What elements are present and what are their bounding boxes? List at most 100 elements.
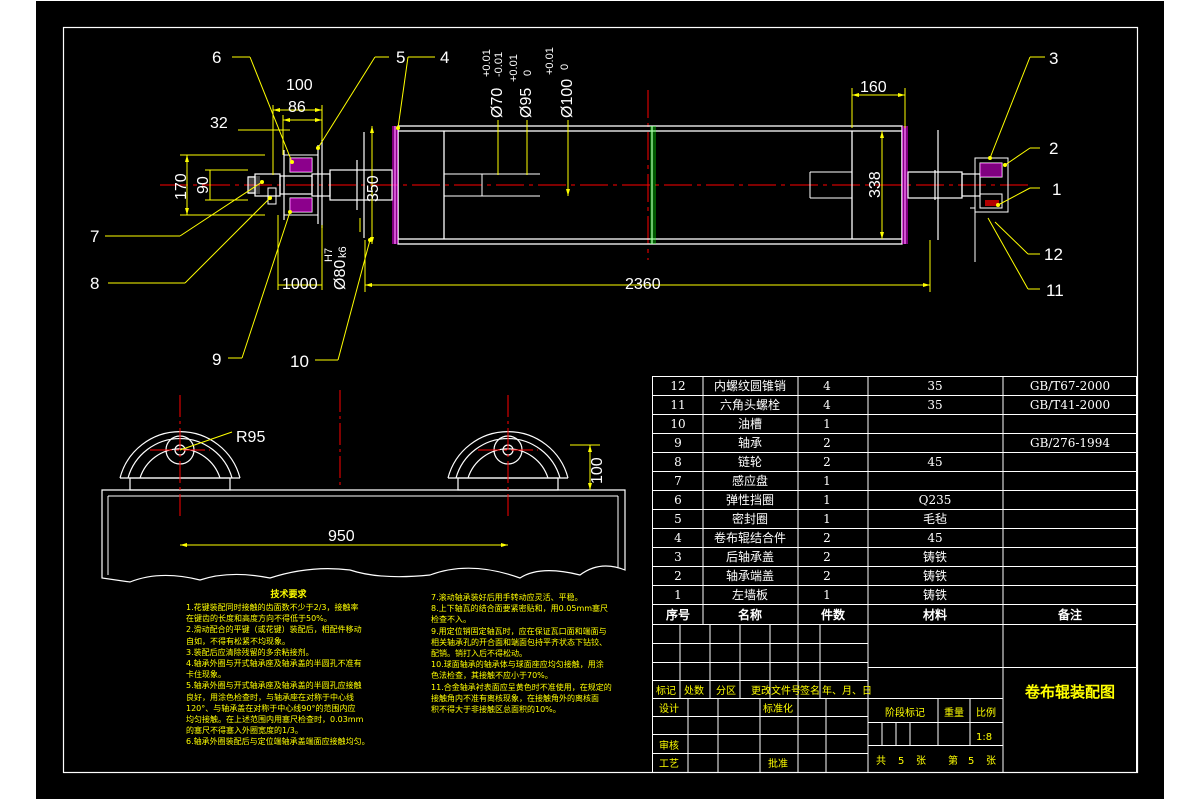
table-cell-no: 12 xyxy=(670,379,685,393)
table-cell-name: 卷布辊结合件 xyxy=(714,530,786,545)
dim-170: 170 xyxy=(173,173,190,200)
table-cell-name: 感应盘 xyxy=(732,473,768,488)
table-cell-qty: 2 xyxy=(823,550,831,564)
tol-phi95-upper: +0.01 xyxy=(508,54,520,82)
tech-note-line: 10.球面轴承的轴承体与球面座应均匀接触，用涂 xyxy=(431,660,604,670)
label-sheets-2: 张 xyxy=(986,755,996,767)
table-cell-no: 5 xyxy=(674,512,682,526)
dim-r95: R95 xyxy=(236,429,265,446)
table-cell-qty: 4 xyxy=(823,379,831,393)
tol-phi100-lower: 0 xyxy=(559,64,571,70)
table-cell-no: 7 xyxy=(674,474,682,488)
table-cell-no: 6 xyxy=(674,493,682,507)
dim-350: 350 xyxy=(365,175,382,202)
tech-note-line: 配销。销打入后不得松动。 xyxy=(431,649,527,659)
tech-note-line: 在键齿的长度和高度方向不得低于50%。 xyxy=(186,614,332,624)
table-cell-no: 11 xyxy=(670,398,685,412)
tech-note-line: 相关轴承孔的开合面和端面包持平齐状态下钻铰、 xyxy=(431,637,607,647)
table-cell-material: Q235 xyxy=(919,493,952,507)
table-cell-qty: 4 xyxy=(823,398,831,412)
rev-label-count: 处数 xyxy=(684,684,704,697)
table-cell-material: 35 xyxy=(927,398,942,412)
table-cell-material: 铸铁 xyxy=(923,568,947,583)
label-design: 设计 xyxy=(659,702,679,715)
tech-note-line: 良好，用涂色检查时，与轴承座在对称于中心线 xyxy=(186,692,354,702)
table-cell-qty: 1 xyxy=(823,417,831,431)
table-cell-no: 3 xyxy=(674,550,682,564)
table-cell-name: 轴承端盖 xyxy=(726,568,774,583)
table-cell-qty: 2 xyxy=(823,436,831,450)
balloon-6: 6 xyxy=(212,48,221,67)
table-cell-no: 10 xyxy=(670,417,685,431)
table-cell-name: 内螺纹圆锥销 xyxy=(714,379,786,393)
fit-h7: H7 xyxy=(323,248,335,262)
table-cell-note: GB/T41-2000 xyxy=(1030,398,1110,412)
dim-1000: 1000 xyxy=(282,276,318,293)
dim-2360: 2360 xyxy=(625,276,661,293)
table-header-qty: 件数 xyxy=(821,607,846,622)
rev-label-date: 年、月、日 xyxy=(822,684,872,697)
dim-phi100: Ø100 xyxy=(559,79,576,118)
tech-note-line: 5.轴承外圈与开式轴承座及轴承盖的半圆孔应接触 xyxy=(186,681,362,691)
tol-phi95-lower: 0 xyxy=(522,70,534,76)
dim-phi95: Ø95 xyxy=(518,88,535,118)
table-cell-qty: 2 xyxy=(823,455,831,469)
drawing-title: 卷布辊装配图 xyxy=(1024,683,1115,701)
table-cell-no: 2 xyxy=(674,569,682,583)
tech-note-line: 的塞尺不得塞入外圈宽度的1/3。 xyxy=(186,726,303,736)
table-cell-qty: 1 xyxy=(823,588,831,602)
dim-100-side: 100 xyxy=(589,457,606,484)
tech-note-line: 120°、与轴承盖在对称于中心线90°的范围内应 xyxy=(186,703,356,713)
table-cell-qty: 1 xyxy=(823,493,831,507)
tech-note-line: 检查不入。 xyxy=(431,615,471,625)
label-approve: 批准 xyxy=(768,757,788,770)
table-cell-name: 密封圈 xyxy=(732,511,768,526)
table-cell-material: 35 xyxy=(927,379,942,393)
rev-label-docno: 更改文件号 xyxy=(751,684,801,697)
table-cell-material: 铸铁 xyxy=(923,549,947,564)
rev-label-sign: 签名 xyxy=(800,684,820,697)
table-cell-no: 4 xyxy=(674,531,682,545)
tech-note-line: 积不得大于非接触区总面积的10%。 xyxy=(431,705,561,715)
tol-phi70-lower: -0.01 xyxy=(493,52,505,77)
table-cell-name: 轴承 xyxy=(738,435,762,450)
dim-phi70: Ø70 xyxy=(489,88,506,118)
table-cell-name: 链轮 xyxy=(738,454,762,469)
table-cell-no: 8 xyxy=(674,455,682,469)
table-cell-qty: 2 xyxy=(823,531,831,545)
balloon-3: 3 xyxy=(1049,49,1058,68)
table-header-material: 材料 xyxy=(922,607,947,622)
tech-note-line: 均匀接触。在上述范围内用塞尺检查时，0.03mm xyxy=(186,715,364,725)
table-header-no: 序号 xyxy=(666,607,690,622)
table-cell-name: 弹性挡圈 xyxy=(726,493,774,507)
balloon-4: 4 xyxy=(440,48,449,67)
table-cell-qty: 1 xyxy=(823,474,831,488)
table-cell-no: 9 xyxy=(674,436,682,450)
tech-notes-right-column: 7.滚动轴承装好后用手转动应灵活、平稳。 8.上下轴瓦的结合面要紧密贴和，用0.… xyxy=(431,593,636,716)
label-sheets-1: 张 xyxy=(916,755,926,767)
label-stage-mark: 阶段标记 xyxy=(885,706,925,719)
tech-note-line: 接触角内不准有离核现象，在接触角外的离核面 xyxy=(431,693,599,703)
tech-note-line: 1.花键装配同时接触的齿面数不少于2/3，接触率 xyxy=(186,603,359,612)
table-cell-note: GB/276-1994 xyxy=(1030,436,1110,450)
technical-requirements-title: 技术要求 xyxy=(270,590,307,600)
table-cell-material: 毛毡 xyxy=(923,512,947,526)
dim-160: 160 xyxy=(860,79,887,96)
table-cell-name: 左墙板 xyxy=(732,587,768,602)
balloon-5: 5 xyxy=(396,48,405,67)
scale-value: 1:8 xyxy=(976,732,992,743)
table-cell-name: 后轴承盖 xyxy=(726,549,774,564)
tech-note-line: 2.滑动配合的平键（或花键）装配后，相配件移动 xyxy=(186,625,362,635)
label-scale: 比例 xyxy=(976,706,996,719)
page-number: 5 xyxy=(968,756,974,767)
tol-phi70-upper: +0.01 xyxy=(481,49,493,77)
label-review: 审核 xyxy=(659,739,679,752)
dim-100: 100 xyxy=(286,77,313,94)
dim-90: 90 xyxy=(195,176,212,194)
balloon-12: 12 xyxy=(1044,245,1063,264)
table-cell-qty: 2 xyxy=(823,569,831,583)
tech-note-line: 色法检查，其接触不应小于70%。 xyxy=(431,671,553,681)
tech-note-line: 6.轴承外圈装配后与定位端轴承盖端面应接触均匀。 xyxy=(186,737,370,747)
table-cell-note: GB/T67-2000 xyxy=(1030,379,1110,393)
dim-338: 338 xyxy=(867,171,884,198)
